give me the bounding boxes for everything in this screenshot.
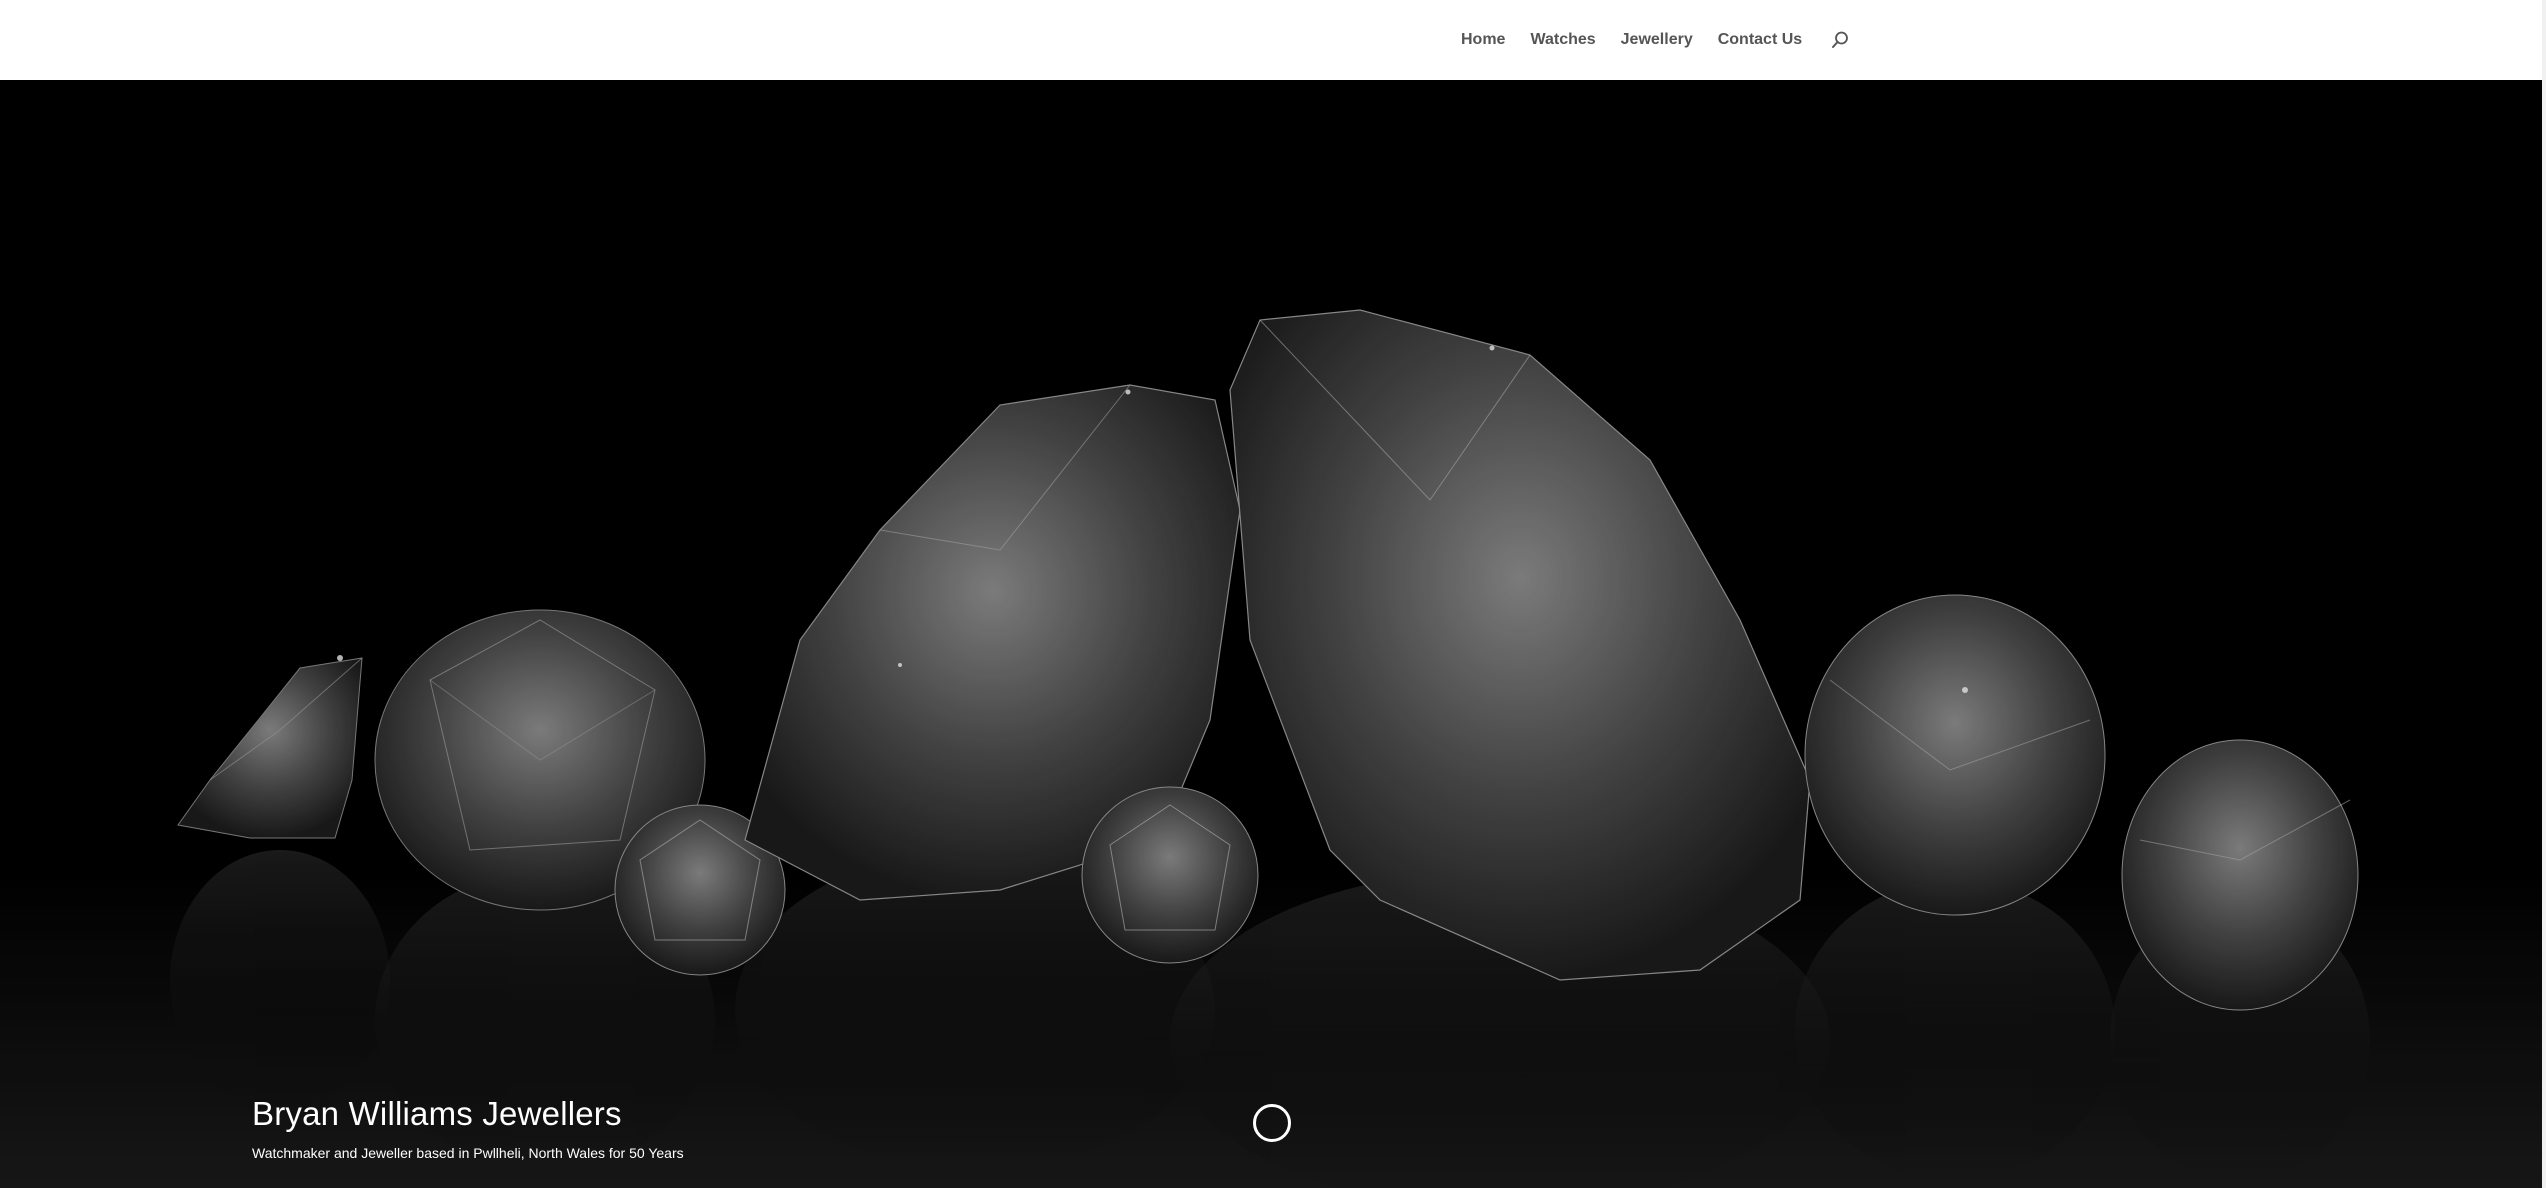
- nav-item-home[interactable]: Home: [1461, 31, 1505, 49]
- search-icon[interactable]: [1830, 30, 1850, 50]
- page: Home Watches Jewellery Contact Us Bryan …: [0, 0, 2546, 1188]
- hero-subtitle: Watchmaker and Jeweller based in Pwllhel…: [252, 1144, 684, 1161]
- diamonds-image: [0, 80, 2542, 1188]
- nav-item-watches[interactable]: Watches: [1530, 31, 1595, 49]
- scroll-down-icon[interactable]: [1253, 1104, 1291, 1142]
- window-scrollbar[interactable]: [2542, 0, 2546, 1188]
- hero-banner: Bryan Williams Jewellers Watchmaker and …: [0, 80, 2542, 1188]
- site-header: Home Watches Jewellery Contact Us: [0, 0, 2546, 80]
- hero-title: Bryan Williams Jewellers: [252, 1095, 622, 1132]
- main-nav: Home Watches Jewellery Contact Us: [1461, 0, 1850, 80]
- nav-item-jewellery[interactable]: Jewellery: [1621, 31, 1693, 49]
- nav-item-contact-us[interactable]: Contact Us: [1718, 31, 1802, 49]
- hero-caption: Bryan Williams Jewellers Watchmaker and …: [252, 1094, 684, 1162]
